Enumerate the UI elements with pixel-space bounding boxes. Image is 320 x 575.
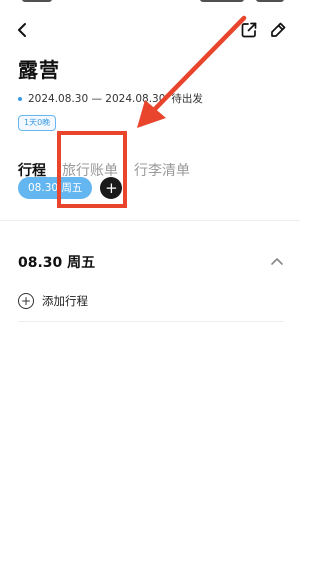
add-day-button[interactable]: + xyxy=(100,177,123,199)
trip-date-range: 2024.08.30 — 2024.08.30 xyxy=(28,92,166,105)
day-chip-selected[interactable]: 08.30 周五 xyxy=(18,177,93,199)
status-bar-battery-clipped xyxy=(256,0,284,2)
annotation-arrow xyxy=(137,15,247,128)
chevron-up-icon[interactable] xyxy=(266,252,288,270)
plus-circle-icon: + xyxy=(18,293,34,309)
date-dot-icon xyxy=(18,96,22,101)
share-icon[interactable] xyxy=(237,18,261,42)
plus-icon: + xyxy=(105,178,118,197)
add-itinerary-label: 添加行程 xyxy=(42,294,88,308)
back-chevron-icon[interactable] xyxy=(10,18,34,42)
status-bar-time-clipped xyxy=(22,0,52,2)
trip-dates-row: 2024.08.30 — 2024.08.30 待出发 xyxy=(18,91,203,106)
trip-detail-screen: 露营 2024.08.30 — 2024.08.30 待出发 1天0晚 行程 旅… xyxy=(0,0,300,575)
duration-badge: 1天0晚 xyxy=(18,115,57,131)
status-bar-indicators-clipped xyxy=(200,0,244,2)
list-divider xyxy=(18,321,284,322)
tab-packing-list[interactable]: 行李清单 xyxy=(134,160,190,180)
status-bar xyxy=(0,0,300,4)
add-itinerary-button[interactable]: + 添加行程 xyxy=(18,290,88,312)
trip-status: 待出发 xyxy=(171,93,203,105)
top-bar xyxy=(0,14,300,50)
day-section-header: 08.30 周五 xyxy=(18,255,96,271)
page-title: 露营 xyxy=(18,58,60,82)
day-selector: 08.30 周五 + xyxy=(18,177,123,199)
edit-icon[interactable] xyxy=(266,18,290,42)
section-divider xyxy=(0,220,300,221)
